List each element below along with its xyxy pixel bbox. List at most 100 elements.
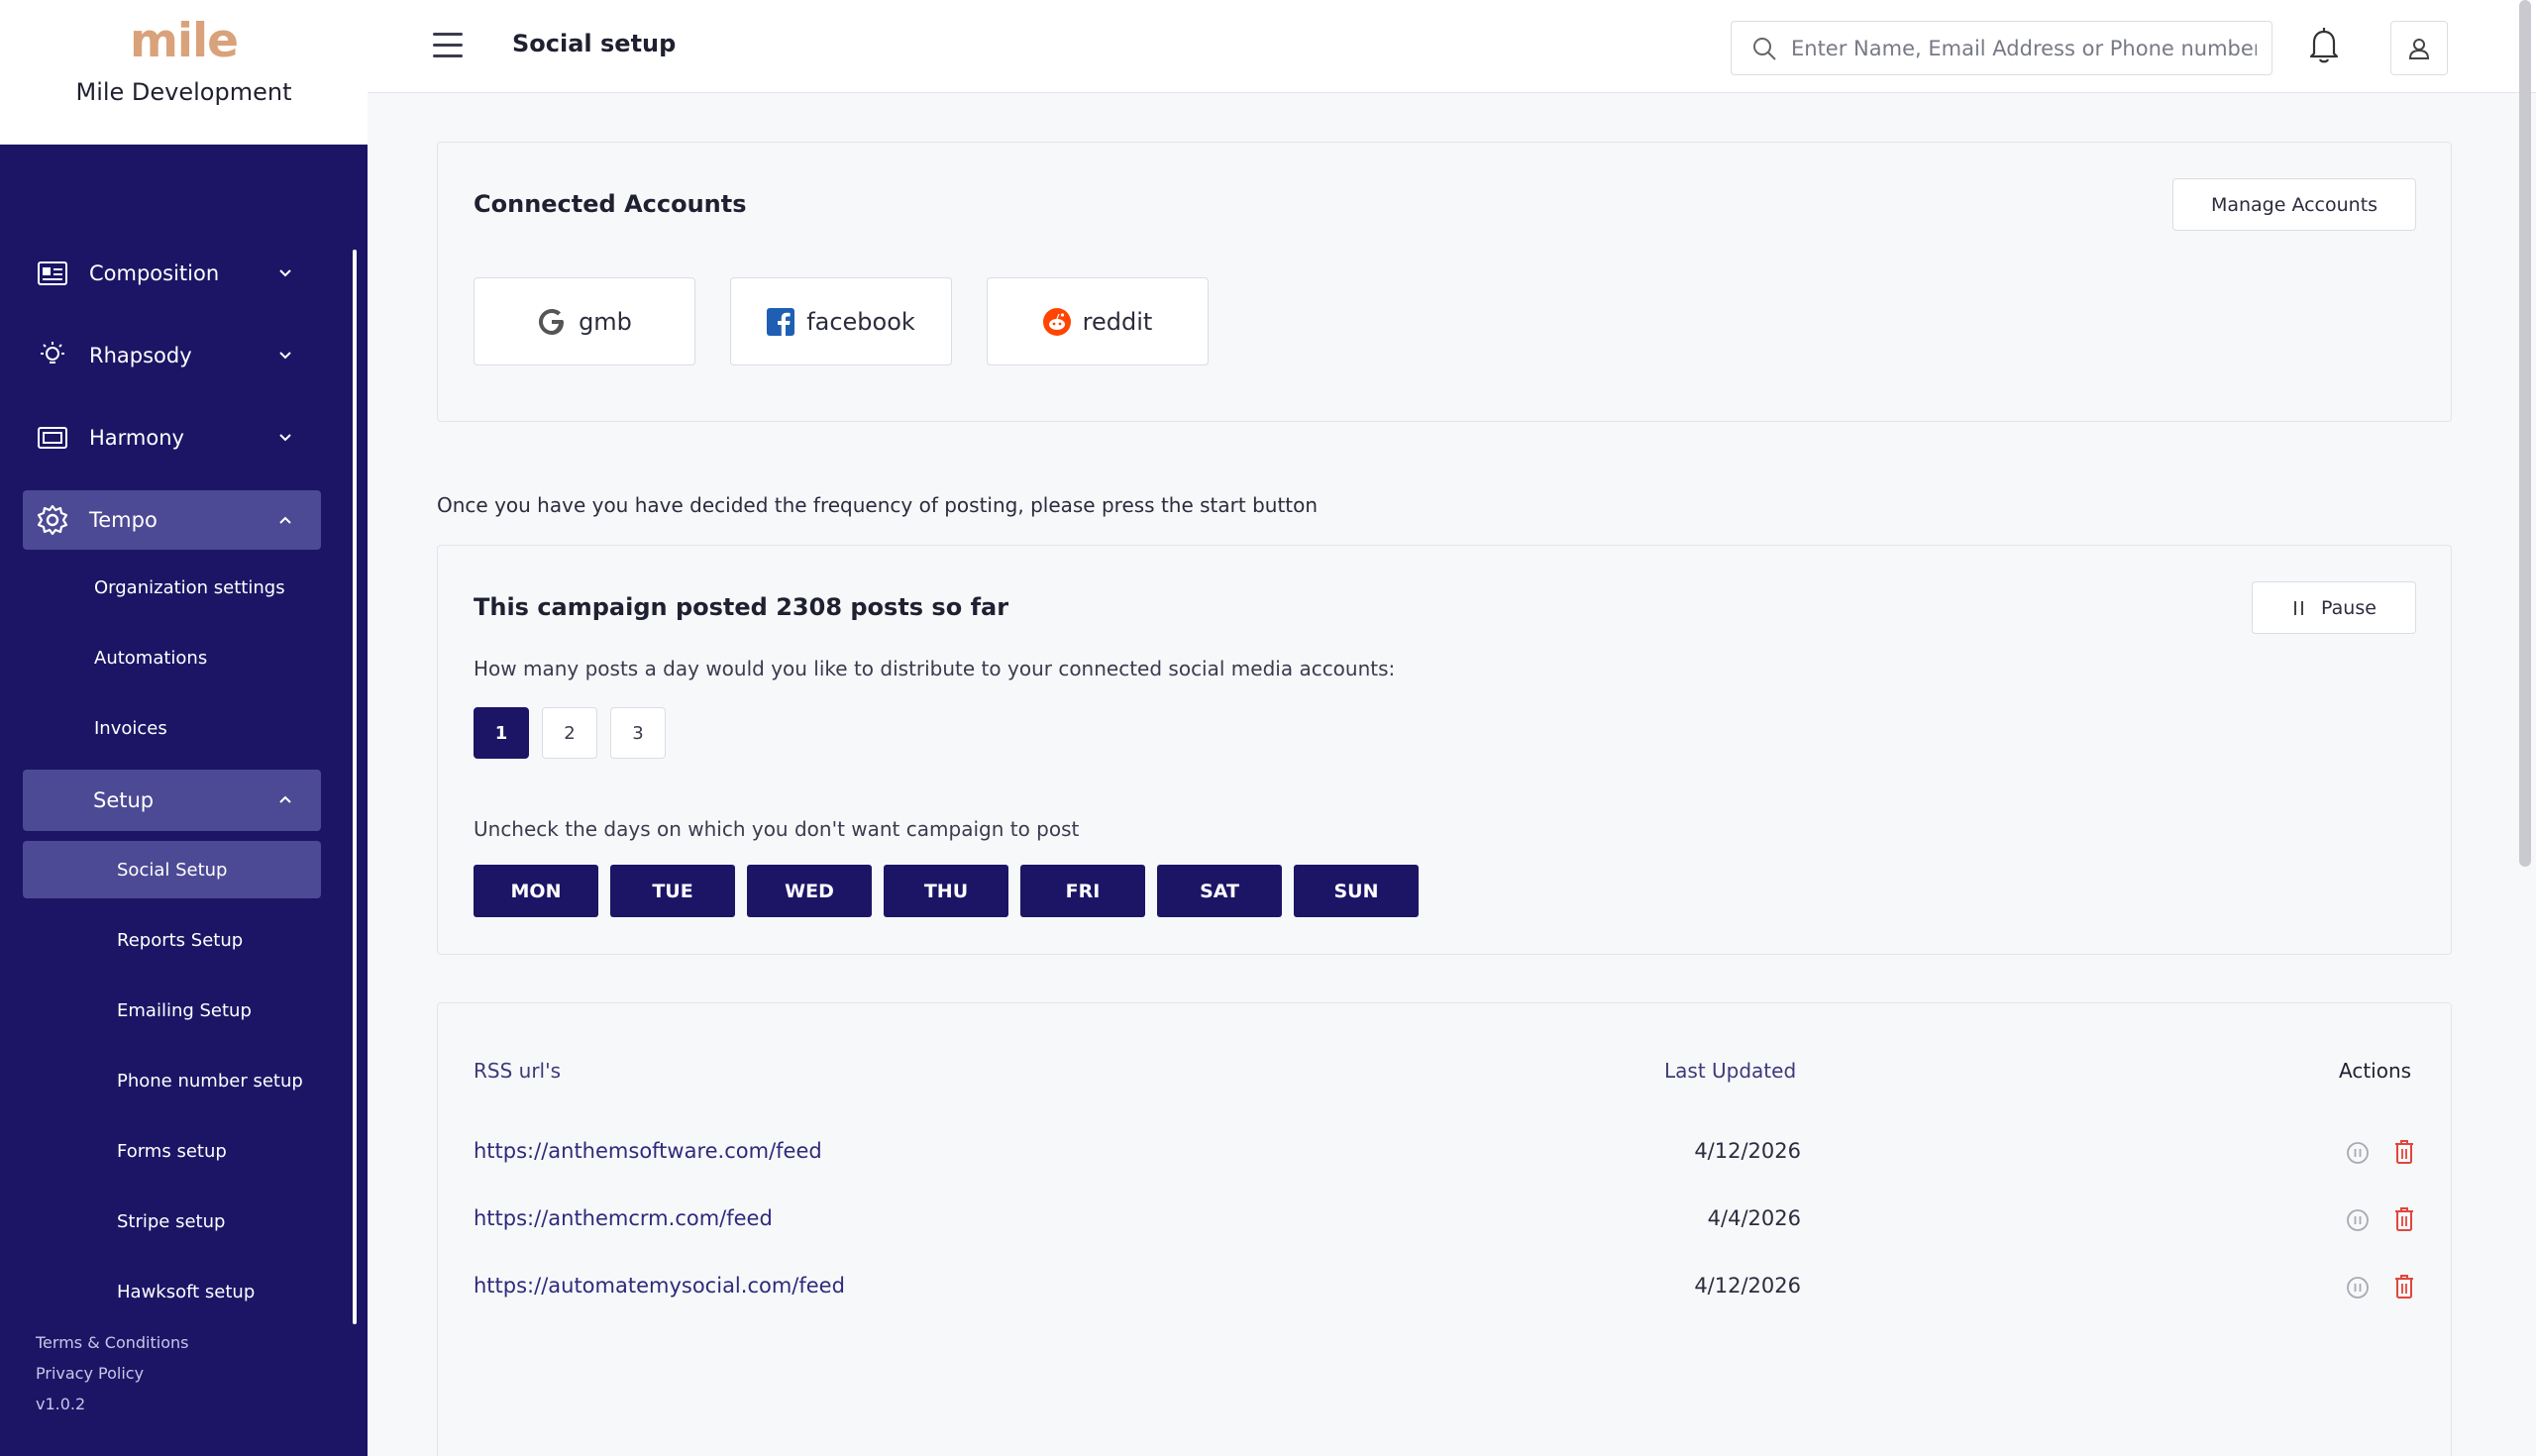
- sidebar-item-label: Rhapsody: [89, 344, 192, 367]
- rss-row-date: 4/12/2026: [1694, 1274, 1801, 1298]
- sidebar-item-label: Reports Setup: [117, 929, 244, 951]
- brand-logo[interactable]: mile: [0, 0, 368, 68]
- menu-icon[interactable]: [433, 33, 463, 58]
- sidebar-item-reports-setup[interactable]: Reports Setup: [23, 911, 321, 969]
- trash-icon[interactable]: [2393, 1139, 2415, 1165]
- pause-icon: [2294, 600, 2304, 615]
- chevron-up-icon: [279, 516, 291, 524]
- brand-header: mile Mile Development: [0, 0, 368, 145]
- sidebar-item-harmony[interactable]: Harmony: [23, 408, 321, 468]
- chevron-down-icon: [279, 434, 291, 442]
- posts-count-3[interactable]: 3: [610, 707, 666, 759]
- terms-link[interactable]: Terms & Conditions: [36, 1333, 188, 1352]
- sidebar-item-social-setup[interactable]: Social Setup: [23, 841, 321, 898]
- day-toggle-wed[interactable]: WED: [747, 865, 872, 917]
- days-instruction: Uncheck the days on which you don't want…: [474, 817, 1080, 841]
- sidebar-item-label: Hawksoft setup: [117, 1281, 256, 1302]
- lightbulb-icon: [36, 339, 69, 372]
- day-toggle-thu[interactable]: THU: [884, 865, 1008, 917]
- sidebar-item-hawksoft-setup[interactable]: Hawksoft setup: [23, 1263, 321, 1320]
- rss-card: RSS url's Last Updated Actions https://a…: [437, 1002, 2452, 1456]
- sidebar-item-label: Composition: [89, 261, 220, 285]
- manage-accounts-button[interactable]: Manage Accounts: [2172, 178, 2416, 231]
- rss-row-date: 4/4/2026: [1707, 1206, 1801, 1230]
- rss-row-url[interactable]: https://automatemysocial.com/feed: [474, 1274, 845, 1298]
- account-facebook[interactable]: facebook: [730, 277, 952, 365]
- sidebar-item-label: Phone number setup: [117, 1070, 303, 1092]
- version-label: v1.0.2: [36, 1395, 86, 1413]
- user-icon: [2408, 38, 2430, 59]
- pause-button[interactable]: Pause: [2252, 581, 2416, 634]
- trash-icon[interactable]: [2393, 1274, 2415, 1300]
- account-label: gmb: [579, 307, 632, 336]
- account-label: reddit: [1082, 307, 1153, 336]
- sidebar-nav: Composition Rhapsody Harmony Tempo Organ…: [0, 145, 368, 1413]
- id-card-icon: [36, 257, 69, 290]
- account-gmb[interactable]: gmb: [474, 277, 695, 365]
- user-menu-button[interactable]: [2390, 21, 2448, 75]
- start-info-text: Once you have you have decided the frequ…: [437, 493, 1319, 517]
- pause-feed-icon[interactable]: [2346, 1141, 2370, 1165]
- google-icon: [539, 308, 565, 335]
- sidebar-item-label: Social Setup: [117, 859, 228, 881]
- search-input[interactable]: [1791, 36, 2257, 60]
- sidebar-item-label: Setup: [93, 788, 155, 812]
- sidebar-item-invoices[interactable]: Invoices: [94, 718, 167, 739]
- sidebar-item-rhapsody[interactable]: Rhapsody: [23, 326, 321, 385]
- page-scrollbar[interactable]: [2519, 0, 2531, 867]
- sidebar-item-composition[interactable]: Composition: [23, 244, 321, 303]
- sidebar-item-tempo[interactable]: Tempo: [23, 490, 321, 550]
- sidebar: mile Mile Development Composition Rhapso…: [0, 0, 368, 1456]
- sidebar-item-label: Emailing Setup: [117, 999, 252, 1021]
- ticket-icon: [36, 421, 69, 455]
- sidebar-item-label: Stripe setup: [117, 1210, 226, 1232]
- day-toggle-mon[interactable]: MON: [474, 865, 598, 917]
- sidebar-scrollbar[interactable]: [353, 250, 357, 1324]
- pause-label: Pause: [2321, 596, 2377, 619]
- actions-header: Actions: [2339, 1059, 2412, 1083]
- search-icon: [1753, 37, 1776, 60]
- top-bar: Social setup: [368, 0, 2536, 93]
- pause-feed-icon[interactable]: [2346, 1208, 2370, 1232]
- posts-count-1[interactable]: 1: [474, 707, 529, 759]
- rss-row-url[interactable]: https://anthemsoftware.com/feed: [474, 1139, 822, 1163]
- day-toggle-sun[interactable]: SUN: [1294, 865, 1419, 917]
- rss-url-header: RSS url's: [474, 1059, 562, 1083]
- gear-icon: [36, 503, 69, 537]
- connected-accounts-title: Connected Accounts: [474, 190, 747, 218]
- sidebar-item-setup[interactable]: Setup: [23, 770, 321, 831]
- campaign-title: This campaign posted 2308 posts so far: [474, 593, 1009, 621]
- day-toggle-fri[interactable]: FRI: [1020, 865, 1145, 917]
- day-toggle-tue[interactable]: TUE: [610, 865, 735, 917]
- account-reddit[interactable]: reddit: [987, 277, 1209, 365]
- day-toggle-sat[interactable]: SAT: [1157, 865, 1282, 917]
- pause-feed-icon[interactable]: [2346, 1276, 2370, 1300]
- rss-row-date: 4/12/2026: [1694, 1139, 1801, 1163]
- chevron-down-icon: [279, 352, 291, 360]
- trash-icon[interactable]: [2393, 1206, 2415, 1232]
- sidebar-item-automations[interactable]: Automations: [94, 648, 207, 669]
- sidebar-item-label: Forms setup: [117, 1140, 227, 1162]
- campaign-card: This campaign posted 2308 posts so far P…: [437, 545, 2452, 955]
- posts-per-day-question: How many posts a day would you like to d…: [474, 657, 1396, 680]
- page-title: Social setup: [512, 30, 677, 57]
- facebook-icon: [767, 307, 795, 336]
- search-box[interactable]: [1731, 21, 2272, 75]
- sidebar-item-organization-settings[interactable]: Organization settings: [94, 577, 285, 598]
- sidebar-item-label: Harmony: [89, 426, 184, 450]
- connected-accounts-card: Connected Accounts Manage Accounts gmb f…: [437, 142, 2452, 422]
- bell-icon[interactable]: [2306, 26, 2342, 65]
- reddit-icon: [1042, 307, 1071, 336]
- org-name: Mile Development: [75, 78, 292, 106]
- chevron-down-icon: [279, 269, 291, 277]
- privacy-link[interactable]: Privacy Policy: [36, 1364, 144, 1383]
- sidebar-item-stripe-setup[interactable]: Stripe setup: [23, 1193, 321, 1250]
- sidebar-item-emailing-setup[interactable]: Emailing Setup: [23, 982, 321, 1039]
- sidebar-item-label: Tempo: [89, 508, 158, 532]
- posts-count-2[interactable]: 2: [542, 707, 597, 759]
- sidebar-item-phone-number-setup[interactable]: Phone number setup: [23, 1052, 321, 1109]
- chevron-up-icon: [279, 795, 291, 803]
- rss-row-url[interactable]: https://anthemcrm.com/feed: [474, 1206, 773, 1230]
- sidebar-item-forms-setup[interactable]: Forms setup: [23, 1122, 321, 1180]
- account-label: facebook: [806, 307, 915, 336]
